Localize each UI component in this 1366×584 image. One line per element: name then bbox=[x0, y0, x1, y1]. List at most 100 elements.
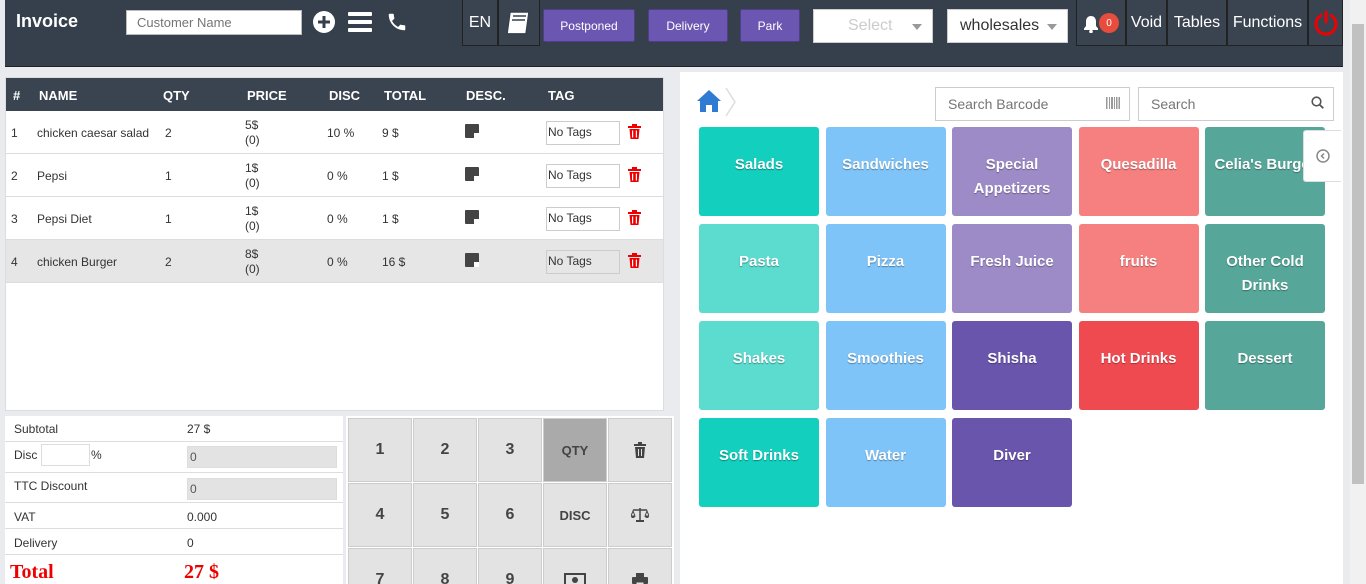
scrollbar-thumb[interactable] bbox=[1352, 24, 1364, 484]
disc-label: Disc bbox=[14, 448, 38, 462]
menu-icon[interactable] bbox=[347, 9, 373, 35]
col-desc: DESC. bbox=[466, 88, 506, 103]
category-tile[interactable]: Shisha bbox=[952, 321, 1072, 410]
select-dropdown[interactable]: Select bbox=[813, 9, 933, 43]
language-label: EN bbox=[468, 13, 492, 31]
row-qty[interactable]: 1 bbox=[165, 169, 172, 183]
key-5[interactable]: 5 bbox=[413, 483, 477, 547]
note-icon[interactable] bbox=[465, 253, 479, 267]
table-row[interactable]: 3 Pepsi Diet 1 1$ (0) 0 % 1 $ No Tags bbox=[6, 197, 663, 240]
row-qty[interactable]: 2 bbox=[165, 255, 172, 269]
tables-button[interactable]: Tables bbox=[1167, 0, 1227, 46]
customer-name-input[interactable] bbox=[126, 10, 302, 35]
row-qty[interactable]: 2 bbox=[165, 126, 172, 140]
category-tile[interactable]: Diver bbox=[952, 418, 1072, 507]
phone-icon[interactable] bbox=[384, 9, 410, 35]
col-name: NAME bbox=[39, 88, 78, 103]
note-icon[interactable] bbox=[465, 167, 479, 181]
chevron-down-icon bbox=[1047, 24, 1057, 30]
vat-row: VAT 0.000 bbox=[5, 503, 343, 529]
category-tile[interactable]: Salads bbox=[699, 127, 819, 216]
row-price-value: 8$ bbox=[245, 247, 259, 261]
row-price-sub: (0) bbox=[245, 133, 260, 147]
row-disc: 10 % bbox=[327, 126, 355, 140]
search-input[interactable] bbox=[1138, 87, 1334, 121]
row-tag-field[interactable]: No Tags bbox=[546, 207, 620, 231]
delete-key[interactable] bbox=[608, 418, 672, 482]
price-list-dropdown[interactable]: wholesales bbox=[947, 9, 1068, 43]
row-tag-field[interactable]: No Tags bbox=[546, 121, 620, 145]
table-row[interactable]: 2 Pepsi 1 1$ (0) 0 % 1 $ No Tags bbox=[6, 154, 663, 197]
total-row: Total 27 $ bbox=[5, 555, 343, 584]
category-tile[interactable]: Special Appetizers bbox=[952, 127, 1072, 216]
trash-icon[interactable] bbox=[628, 124, 641, 139]
category-tile[interactable]: Quesadilla bbox=[1078, 127, 1199, 216]
barcode-search-input[interactable] bbox=[935, 87, 1130, 121]
ttc-value-field[interactable]: 0 bbox=[187, 478, 337, 500]
qty-key[interactable]: QTY bbox=[543, 418, 607, 482]
barcode-icon bbox=[1106, 97, 1120, 109]
menu-panel: Salads Sandwiches Special Appetizers Quesad… bbox=[680, 72, 1343, 584]
category-tile[interactable]: fruits bbox=[1078, 224, 1199, 313]
language-button[interactable]: EN bbox=[462, 0, 498, 46]
category-label: Other Cold Drinks bbox=[1226, 253, 1304, 294]
table-row[interactable]: 1 chicken caesar salad 2 5$ (0) 10 % 9 $ No Tag… bbox=[6, 111, 663, 154]
disc-value-field[interactable]: 0 bbox=[187, 446, 337, 468]
col-qty: QTY bbox=[163, 88, 190, 103]
subtotal-value: 27 $ bbox=[187, 422, 211, 436]
book-icon[interactable] bbox=[498, 0, 540, 46]
category-label: Salads bbox=[734, 156, 784, 173]
category-tile[interactable]: Pizza bbox=[825, 224, 946, 313]
note-icon[interactable] bbox=[465, 124, 479, 138]
key-8[interactable]: 8 bbox=[413, 548, 477, 584]
page-scrollbar[interactable] bbox=[1350, 0, 1366, 584]
key-2[interactable]: 2 bbox=[413, 418, 477, 482]
row-number: 1 bbox=[11, 126, 18, 140]
key-3[interactable]: 3 bbox=[478, 418, 542, 482]
category-tile[interactable]: Sandwiches bbox=[825, 127, 946, 216]
disc-key[interactable]: DISC bbox=[543, 483, 607, 547]
notifications-button[interactable]: 0 bbox=[1076, 0, 1126, 46]
key-6[interactable]: 6 bbox=[478, 483, 542, 547]
key-9[interactable]: 9 bbox=[478, 548, 542, 584]
top-bar: Invoice EN Postponed Delivery Park Selec… bbox=[5, 0, 1343, 67]
power-button[interactable] bbox=[1308, 0, 1343, 46]
trash-icon[interactable] bbox=[628, 253, 641, 268]
category-tile[interactable]: Dessert bbox=[1205, 321, 1325, 410]
side-panel-toggle[interactable] bbox=[1303, 130, 1341, 182]
note-icon[interactable] bbox=[465, 210, 479, 224]
cash-key[interactable] bbox=[543, 548, 607, 584]
scale-icon bbox=[631, 508, 649, 522]
row-tag-field[interactable]: No Tags bbox=[546, 250, 620, 274]
functions-button[interactable]: Functions bbox=[1227, 0, 1308, 46]
key-4[interactable]: 4 bbox=[348, 483, 412, 547]
category-tile[interactable]: Other Cold Drinks bbox=[1205, 224, 1325, 313]
col-number: # bbox=[13, 88, 21, 103]
delivery-button[interactable]: Delivery bbox=[648, 9, 728, 42]
table-row[interactable]: 4 chicken Burger 2 8$ (0) 0 % 16 $ No Tags bbox=[6, 240, 663, 283]
void-button[interactable]: Void bbox=[1126, 0, 1167, 46]
category-tile[interactable]: Water bbox=[825, 418, 946, 507]
category-tile[interactable]: Fresh Juice bbox=[952, 224, 1072, 313]
add-customer-icon[interactable] bbox=[311, 9, 337, 35]
category-tile[interactable]: Soft Drinks bbox=[699, 418, 819, 507]
trash-icon[interactable] bbox=[628, 210, 641, 225]
category-tile[interactable]: Smoothies bbox=[825, 321, 946, 410]
postponed-button[interactable]: Postponed bbox=[543, 9, 635, 42]
park-button[interactable]: Park bbox=[740, 9, 800, 42]
category-label: Hot Drinks bbox=[1100, 350, 1177, 367]
category-tile[interactable]: Pasta bbox=[699, 224, 819, 313]
home-icon[interactable] bbox=[696, 89, 722, 116]
scale-key[interactable] bbox=[608, 483, 672, 547]
category-tile[interactable]: Hot Drinks bbox=[1078, 321, 1199, 410]
trash-icon[interactable] bbox=[628, 167, 641, 182]
print-key[interactable] bbox=[608, 548, 672, 584]
key-1[interactable]: 1 bbox=[348, 418, 412, 482]
row-disc: 0 % bbox=[327, 255, 348, 269]
row-tag-field[interactable]: No Tags bbox=[546, 164, 620, 188]
ttc-row: TTC Discount 0 bbox=[5, 473, 343, 503]
row-qty[interactable]: 1 bbox=[165, 212, 172, 226]
category-tile[interactable]: Shakes bbox=[699, 321, 819, 410]
key-7[interactable]: 7 bbox=[348, 548, 412, 584]
disc-percent-input[interactable] bbox=[41, 444, 90, 466]
